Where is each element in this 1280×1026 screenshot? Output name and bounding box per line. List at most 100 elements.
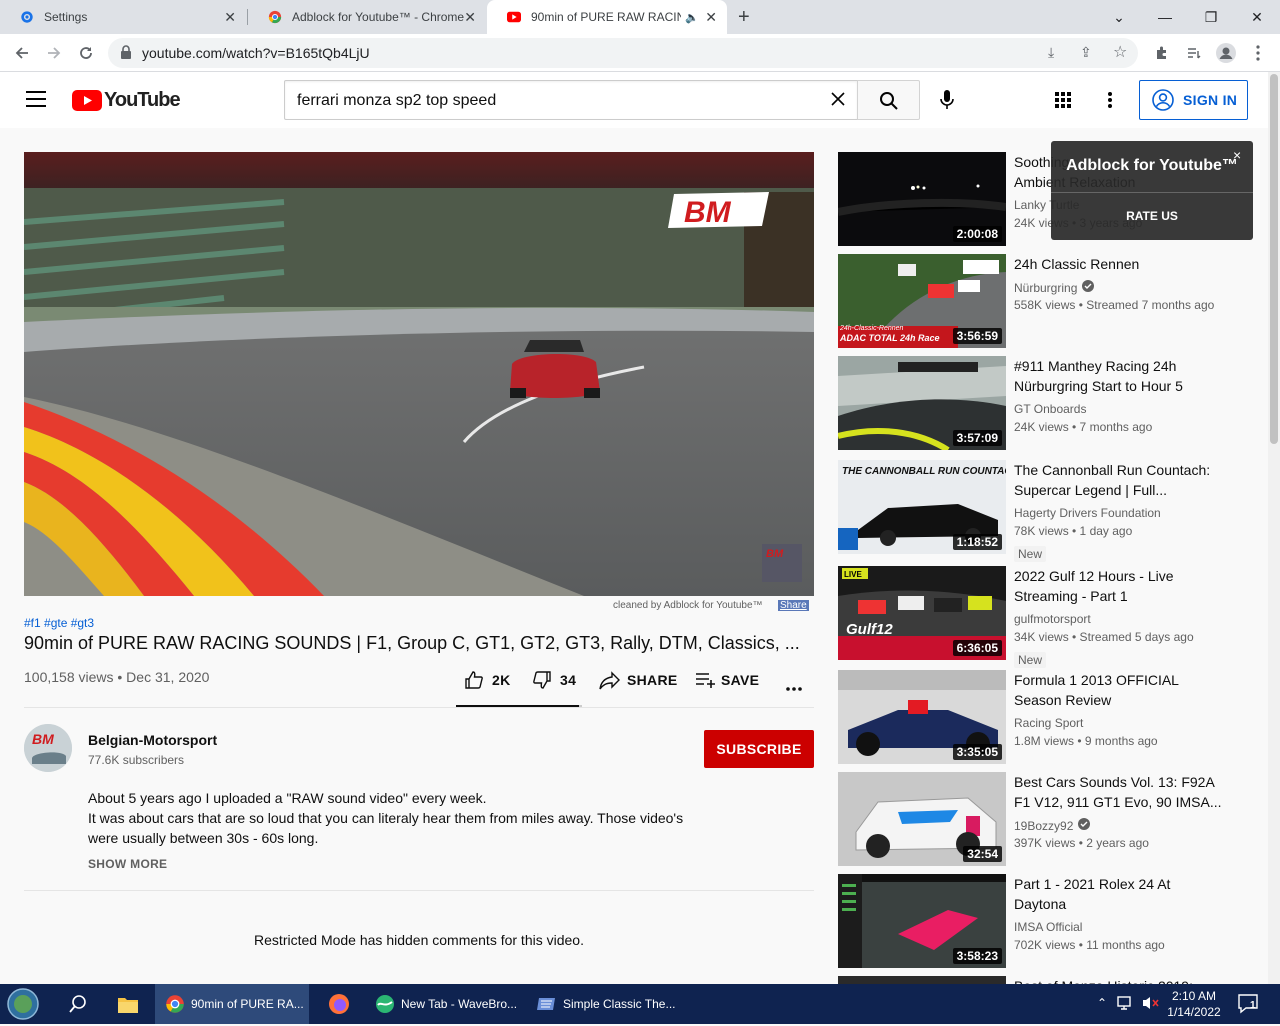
reading-list-icon[interactable] xyxy=(1182,41,1206,65)
recommended-video[interactable]: 24h-Classic-Rennen ADAC TOTAL 24h Race 3:… xyxy=(838,254,1258,350)
more-icon[interactable] xyxy=(1108,92,1112,113)
channel-name[interactable]: 19Bozzy92 xyxy=(1014,818,1091,833)
show-more-button[interactable]: SHOW MORE xyxy=(88,857,167,871)
adblock-share-link[interactable]: Share xyxy=(778,600,809,611)
channel-name[interactable]: Nürburgring xyxy=(1014,280,1095,295)
scrollbar-thumb[interactable] xyxy=(1270,74,1278,444)
video-title[interactable]: 2022 Gulf 12 Hours - Live Streaming - Par… xyxy=(1014,566,1224,606)
recommended-video[interactable]: LIVE Gulf12 6:36:05 2022 Gulf 12 Hours - … xyxy=(838,566,1258,668)
video-title[interactable]: Formula 1 2013 OFFICIAL Season Review xyxy=(1014,670,1224,710)
avatar[interactable]: BM xyxy=(24,724,72,772)
new-tab-button[interactable]: + xyxy=(738,6,750,29)
share-icon[interactable]: ⇪ xyxy=(1080,44,1092,61)
tab-adblock[interactable]: Adblock for Youtube™ - Chrome We ✕ xyxy=(248,0,486,34)
close-window-button[interactable]: ✕ xyxy=(1234,0,1280,34)
video-thumbnail[interactable]: 3:35:05 xyxy=(838,670,1006,764)
firefox-icon[interactable] xyxy=(328,993,350,1020)
recommended-video[interactable]: 3:58:23 Part 1 - 2021 Rolex 24 At Daytona… xyxy=(838,874,1258,970)
recommended-video[interactable]: Best of Monza Historic 2019: xyxy=(838,976,1258,984)
video-title[interactable]: Part 1 - 2021 Rolex 24 At Daytona xyxy=(1014,874,1224,914)
minimize-button[interactable]: — xyxy=(1142,0,1188,34)
taskbar-item-chrome[interactable]: 90min of PURE RA... xyxy=(155,984,309,1024)
video-player[interactable]: BM BM xyxy=(24,152,814,596)
adblock-popup-title: Adblock for Youtube™ xyxy=(1066,157,1238,174)
kebab-icon[interactable] xyxy=(1246,41,1270,65)
search-button[interactable] xyxy=(857,80,920,120)
taskbar-clock[interactable]: 2:10 AM 1/14/2022 xyxy=(1162,988,1226,1020)
start-orb-icon[interactable] xyxy=(6,987,40,1021)
tab-youtube-video[interactable]: 90min of PURE RAW RACING 🔈 ✕ xyxy=(487,0,727,34)
video-thumbnail[interactable]: LIVE Gulf12 6:36:05 xyxy=(838,566,1006,660)
profile-icon[interactable] xyxy=(1214,41,1238,65)
dislike-button[interactable]: 34 xyxy=(532,670,576,690)
taskbar-item-wavebrowser[interactable]: New Tab - WaveBro... xyxy=(365,984,525,1024)
hamburger-icon[interactable] xyxy=(26,91,46,112)
network-icon[interactable] xyxy=(1117,995,1135,1016)
video-stats: 24K views • 7 months ago xyxy=(1014,420,1153,434)
youtube-logo[interactable]: YouTube xyxy=(72,89,181,112)
like-button[interactable]: 2K xyxy=(464,670,511,690)
recommended-video[interactable]: THE CANNONBALL RUN COUNTACH 1:18:52 The … xyxy=(838,460,1258,562)
close-icon[interactable]: × xyxy=(1233,147,1241,163)
extensions-icon[interactable] xyxy=(1150,41,1174,65)
close-icon[interactable]: ✕ xyxy=(464,9,476,26)
recommended-video[interactable]: 32:54 Best Cars Sounds Vol. 13: F92A F1 V… xyxy=(838,772,1258,868)
rate-us-button[interactable]: RATE US xyxy=(1051,209,1253,223)
install-icon[interactable]: ⤓ xyxy=(1048,44,1054,61)
video-title[interactable]: The Cannonball Run Countach: Supercar Leg… xyxy=(1014,460,1224,500)
video-title[interactable]: Best Cars Sounds Vol. 13: F92A F1 V12, 91… xyxy=(1014,772,1224,812)
subscribe-button[interactable]: SUBSCRIBE xyxy=(704,730,814,768)
tab-settings[interactable]: Settings ✕ xyxy=(0,0,246,34)
taskbar-search-icon[interactable] xyxy=(68,994,88,1019)
channel-name[interactable]: IMSA Official xyxy=(1014,920,1082,934)
hashtags[interactable]: #f1 #gte #gt3 xyxy=(24,616,94,630)
tab-search-button[interactable]: ⌄ xyxy=(1096,0,1142,34)
description-line: were usually between 30s - 60s long. xyxy=(88,830,319,846)
close-icon[interactable]: ✕ xyxy=(705,9,717,26)
channel-name[interactable]: Hagerty Drivers Foundation xyxy=(1014,506,1161,520)
video-thumbnail[interactable]: 24h-Classic-Rennen ADAC TOTAL 24h Race 3:… xyxy=(838,254,1006,348)
video-thumbnail[interactable] xyxy=(838,976,1006,984)
save-button[interactable]: SAVE xyxy=(695,670,759,690)
address-bar[interactable]: youtube.com/watch?v=B165tQb4LjU ⤓ ⇪ ☆ xyxy=(108,38,1138,68)
lock-icon[interactable] xyxy=(120,45,132,64)
channel-name[interactable]: GT Onboards xyxy=(1014,402,1086,416)
restore-button[interactable]: ❐ xyxy=(1188,0,1234,34)
video-thumbnail[interactable]: THE CANNONBALL RUN COUNTACH 1:18:52 xyxy=(838,460,1006,554)
browser-toolbar: youtube.com/watch?v=B165tQb4LjU ⤓ ⇪ ☆ xyxy=(0,34,1280,72)
reload-icon[interactable] xyxy=(74,41,98,65)
file-explorer-icon[interactable] xyxy=(117,994,139,1019)
channel-name[interactable]: gulfmotorsport xyxy=(1014,612,1091,626)
channel-name[interactable]: Racing Sport xyxy=(1014,716,1083,730)
user-circle-icon xyxy=(1152,89,1174,111)
share-button[interactable]: SHARE xyxy=(599,670,678,690)
video-title[interactable]: Best of Monza Historic 2019: xyxy=(1014,976,1224,984)
speaker-icon[interactable]: 🔈 xyxy=(685,11,699,24)
comments-restricted-notice: Restricted Mode has hidden comments for … xyxy=(254,932,584,948)
youtube-icon xyxy=(72,90,102,111)
star-icon[interactable]: ☆ xyxy=(1113,42,1127,62)
video-thumbnail[interactable]: 3:57:09 xyxy=(838,356,1006,450)
channel-name[interactable]: Belgian-Motorsport xyxy=(88,732,217,748)
video-thumbnail[interactable]: 2:00:08 xyxy=(838,152,1006,246)
back-icon[interactable] xyxy=(10,41,34,65)
recommended-video[interactable]: 3:57:09 #911 Manthey Racing 24h Nürburgri… xyxy=(838,356,1258,452)
video-title[interactable]: #911 Manthey Racing 24h Nürburgring Start… xyxy=(1014,356,1224,396)
more-actions-icon[interactable] xyxy=(786,678,802,696)
search-input[interactable]: ferrari monza sp2 top speed xyxy=(284,80,858,120)
youtube-masthead: YouTube ferrari monza sp2 top speed SIGN… xyxy=(0,72,1268,128)
volume-muted-icon[interactable] xyxy=(1142,995,1160,1016)
clear-icon[interactable] xyxy=(831,92,845,111)
show-hidden-icons[interactable]: ⌃ xyxy=(1097,996,1107,1010)
apps-grid-icon[interactable] xyxy=(1055,92,1071,113)
forward-icon[interactable] xyxy=(42,41,66,65)
sign-in-button[interactable]: SIGN IN xyxy=(1139,80,1248,120)
recommended-video[interactable]: 3:35:05 Formula 1 2013 OFFICIAL Season Re… xyxy=(838,670,1258,766)
video-thumbnail[interactable]: 32:54 xyxy=(838,772,1006,866)
notification-icon[interactable]: 1 xyxy=(1238,994,1260,1019)
close-icon[interactable]: ✕ xyxy=(224,9,236,26)
taskbar-item-classic-theme[interactable]: Simple Classic The... xyxy=(527,984,681,1024)
video-thumbnail[interactable]: 3:58:23 xyxy=(838,874,1006,968)
video-title[interactable]: 24h Classic Rennen xyxy=(1014,254,1224,274)
mic-icon[interactable] xyxy=(940,90,954,115)
